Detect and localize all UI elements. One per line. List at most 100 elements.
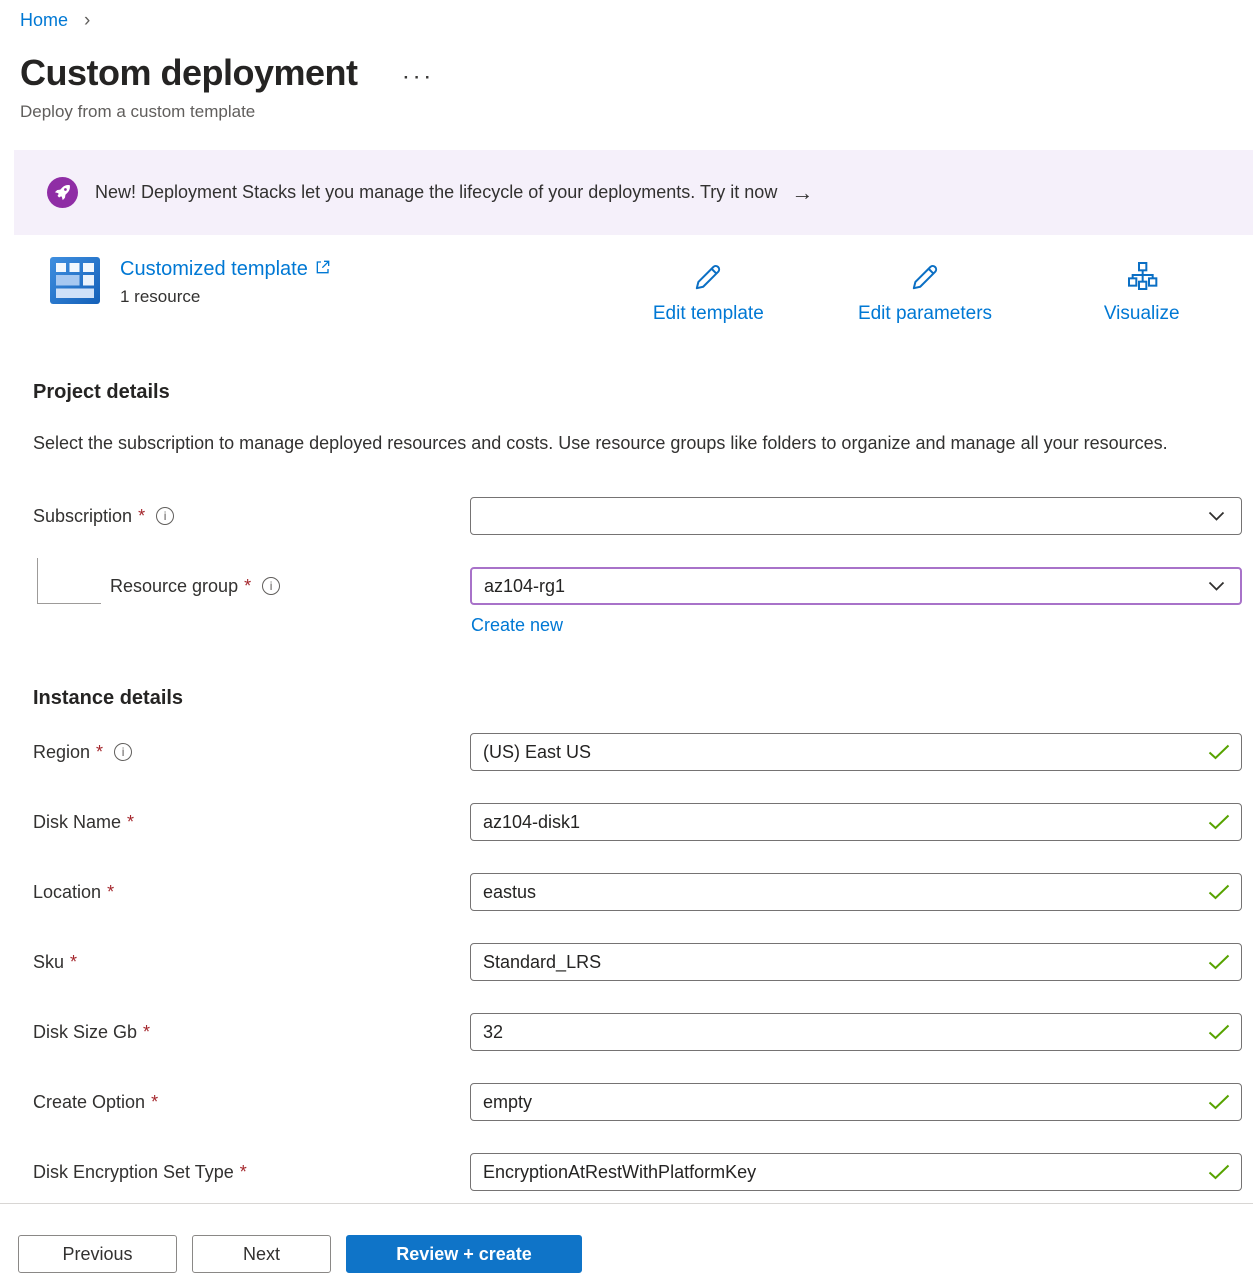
- valid-check-icon: [1208, 1024, 1230, 1040]
- breadcrumb: Home ›: [0, 0, 1253, 32]
- breadcrumb-home-link[interactable]: Home: [20, 10, 68, 30]
- subscription-row: Subscription * i: [33, 497, 1253, 535]
- instance-details-heading: Instance details: [33, 687, 1253, 710]
- required-asterisk: *: [107, 882, 114, 903]
- disk-name-row: Disk Name *: [33, 803, 1253, 841]
- previous-button[interactable]: Previous: [18, 1235, 177, 1273]
- region-row: Region * i: [33, 733, 1253, 771]
- disk-encryption-set-type-label: Disk Encryption Set Type *: [33, 1162, 470, 1183]
- project-details-description: Select the subscription to manage deploy…: [33, 428, 1174, 459]
- subscription-input[interactable]: [470, 497, 1242, 535]
- field-label-text: Subscription: [33, 506, 132, 527]
- create-new-link[interactable]: Create new: [471, 615, 563, 636]
- template-title: Customized template: [120, 257, 308, 281]
- external-link-icon: [315, 257, 331, 281]
- edit-parameters-label: Edit parameters: [858, 303, 992, 325]
- valid-check-icon: [1208, 954, 1230, 970]
- subscription-label: Subscription * i: [33, 506, 470, 527]
- disk-encryption-set-type-row: Disk Encryption Set Type *: [33, 1153, 1253, 1191]
- page-title: Custom deployment: [20, 52, 358, 94]
- edit-template-button[interactable]: Edit template: [600, 261, 817, 325]
- create-option-input[interactable]: [470, 1083, 1242, 1121]
- disk-size-field[interactable]: [470, 1013, 1242, 1051]
- edit-template-label: Edit template: [653, 303, 764, 325]
- org-chart-icon: [1126, 261, 1158, 296]
- customized-template-link[interactable]: Customized template: [120, 257, 331, 281]
- disk-encryption-set-type-input[interactable]: [470, 1153, 1242, 1191]
- page-subtitle: Deploy from a custom template: [20, 102, 1253, 122]
- field-label-text: Create Option: [33, 1092, 145, 1113]
- footer-buttons: Previous Next Review + create: [18, 1235, 1253, 1273]
- more-options-icon[interactable]: ···: [404, 58, 436, 88]
- next-button[interactable]: Next: [192, 1235, 331, 1273]
- resource-group-select[interactable]: [470, 567, 1242, 605]
- sku-field[interactable]: [470, 943, 1242, 981]
- template-band: Customized template 1 resource: [0, 255, 1253, 331]
- disk-size-row: Disk Size Gb *: [33, 1013, 1253, 1051]
- info-icon[interactable]: i: [114, 743, 132, 761]
- create-option-field[interactable]: [470, 1083, 1242, 1121]
- title-row: Custom deployment ···: [20, 52, 1253, 94]
- required-asterisk: *: [138, 506, 145, 527]
- resource-group-row: Resource group * i: [33, 567, 1253, 605]
- project-details-heading: Project details: [33, 381, 1253, 404]
- valid-check-icon: [1208, 1094, 1230, 1110]
- chevron-right-icon: ›: [84, 10, 90, 31]
- valid-check-icon: [1208, 744, 1230, 760]
- chevron-down-icon[interactable]: [1208, 581, 1225, 591]
- field-label-text: Region: [33, 742, 90, 763]
- required-asterisk: *: [151, 1092, 158, 1113]
- location-field[interactable]: [470, 873, 1242, 911]
- valid-check-icon: [1208, 814, 1230, 830]
- disk-size-label: Disk Size Gb *: [33, 1022, 470, 1043]
- disk-name-field[interactable]: [470, 803, 1242, 841]
- review-create-button[interactable]: Review + create: [346, 1235, 582, 1273]
- field-label-text: Resource group: [110, 576, 238, 597]
- edit-parameters-button[interactable]: Edit parameters: [817, 261, 1034, 325]
- footer-bar: Previous Next Review + create: [0, 1203, 1253, 1280]
- region-field[interactable]: [470, 733, 1242, 771]
- template-resource-count: 1 resource: [120, 287, 331, 307]
- required-asterisk: *: [127, 812, 134, 833]
- arrow-right-icon[interactable]: →: [791, 182, 813, 204]
- field-label-text: Disk Size Gb: [33, 1022, 137, 1043]
- deployment-stacks-banner[interactable]: New! Deployment Stacks let you manage th…: [14, 150, 1253, 235]
- sku-label: Sku *: [33, 952, 470, 973]
- chevron-down-icon[interactable]: [1208, 511, 1225, 521]
- required-asterisk: *: [70, 952, 77, 973]
- visualize-label: Visualize: [1104, 303, 1180, 325]
- disk-name-input[interactable]: [470, 803, 1242, 841]
- location-input[interactable]: [470, 873, 1242, 911]
- template-icon: [50, 257, 100, 309]
- field-label-text: Disk Name: [33, 812, 121, 833]
- create-option-row: Create Option *: [33, 1083, 1253, 1121]
- subscription-select[interactable]: [470, 497, 1242, 535]
- sku-row: Sku *: [33, 943, 1253, 981]
- required-asterisk: *: [143, 1022, 150, 1043]
- resource-group-connector-line: [37, 558, 101, 604]
- rocket-icon: [47, 177, 78, 208]
- pencil-icon: [692, 261, 724, 296]
- info-icon[interactable]: i: [262, 577, 280, 595]
- valid-check-icon: [1208, 1164, 1230, 1180]
- location-row: Location *: [33, 873, 1253, 911]
- sku-input[interactable]: [470, 943, 1242, 981]
- region-input[interactable]: [470, 733, 1242, 771]
- template-actions: Edit template Edit parameters: [600, 261, 1250, 325]
- visualize-button[interactable]: Visualize: [1033, 261, 1250, 325]
- template-info: Customized template 1 resource: [120, 257, 331, 309]
- field-label-text: Disk Encryption Set Type: [33, 1162, 234, 1183]
- field-label-text: Location: [33, 882, 101, 903]
- field-label-text: Sku: [33, 952, 64, 973]
- required-asterisk: *: [244, 576, 251, 597]
- required-asterisk: *: [240, 1162, 247, 1183]
- location-label: Location *: [33, 882, 470, 903]
- template-card: Customized template 1 resource: [50, 257, 331, 309]
- disk-name-label: Disk Name *: [33, 812, 470, 833]
- resource-group-input[interactable]: [470, 567, 1242, 605]
- region-label: Region * i: [33, 742, 470, 763]
- disk-size-input[interactable]: [470, 1013, 1242, 1051]
- info-icon[interactable]: i: [156, 507, 174, 525]
- create-option-label: Create Option *: [33, 1092, 470, 1113]
- disk-encryption-set-type-field[interactable]: [470, 1153, 1242, 1191]
